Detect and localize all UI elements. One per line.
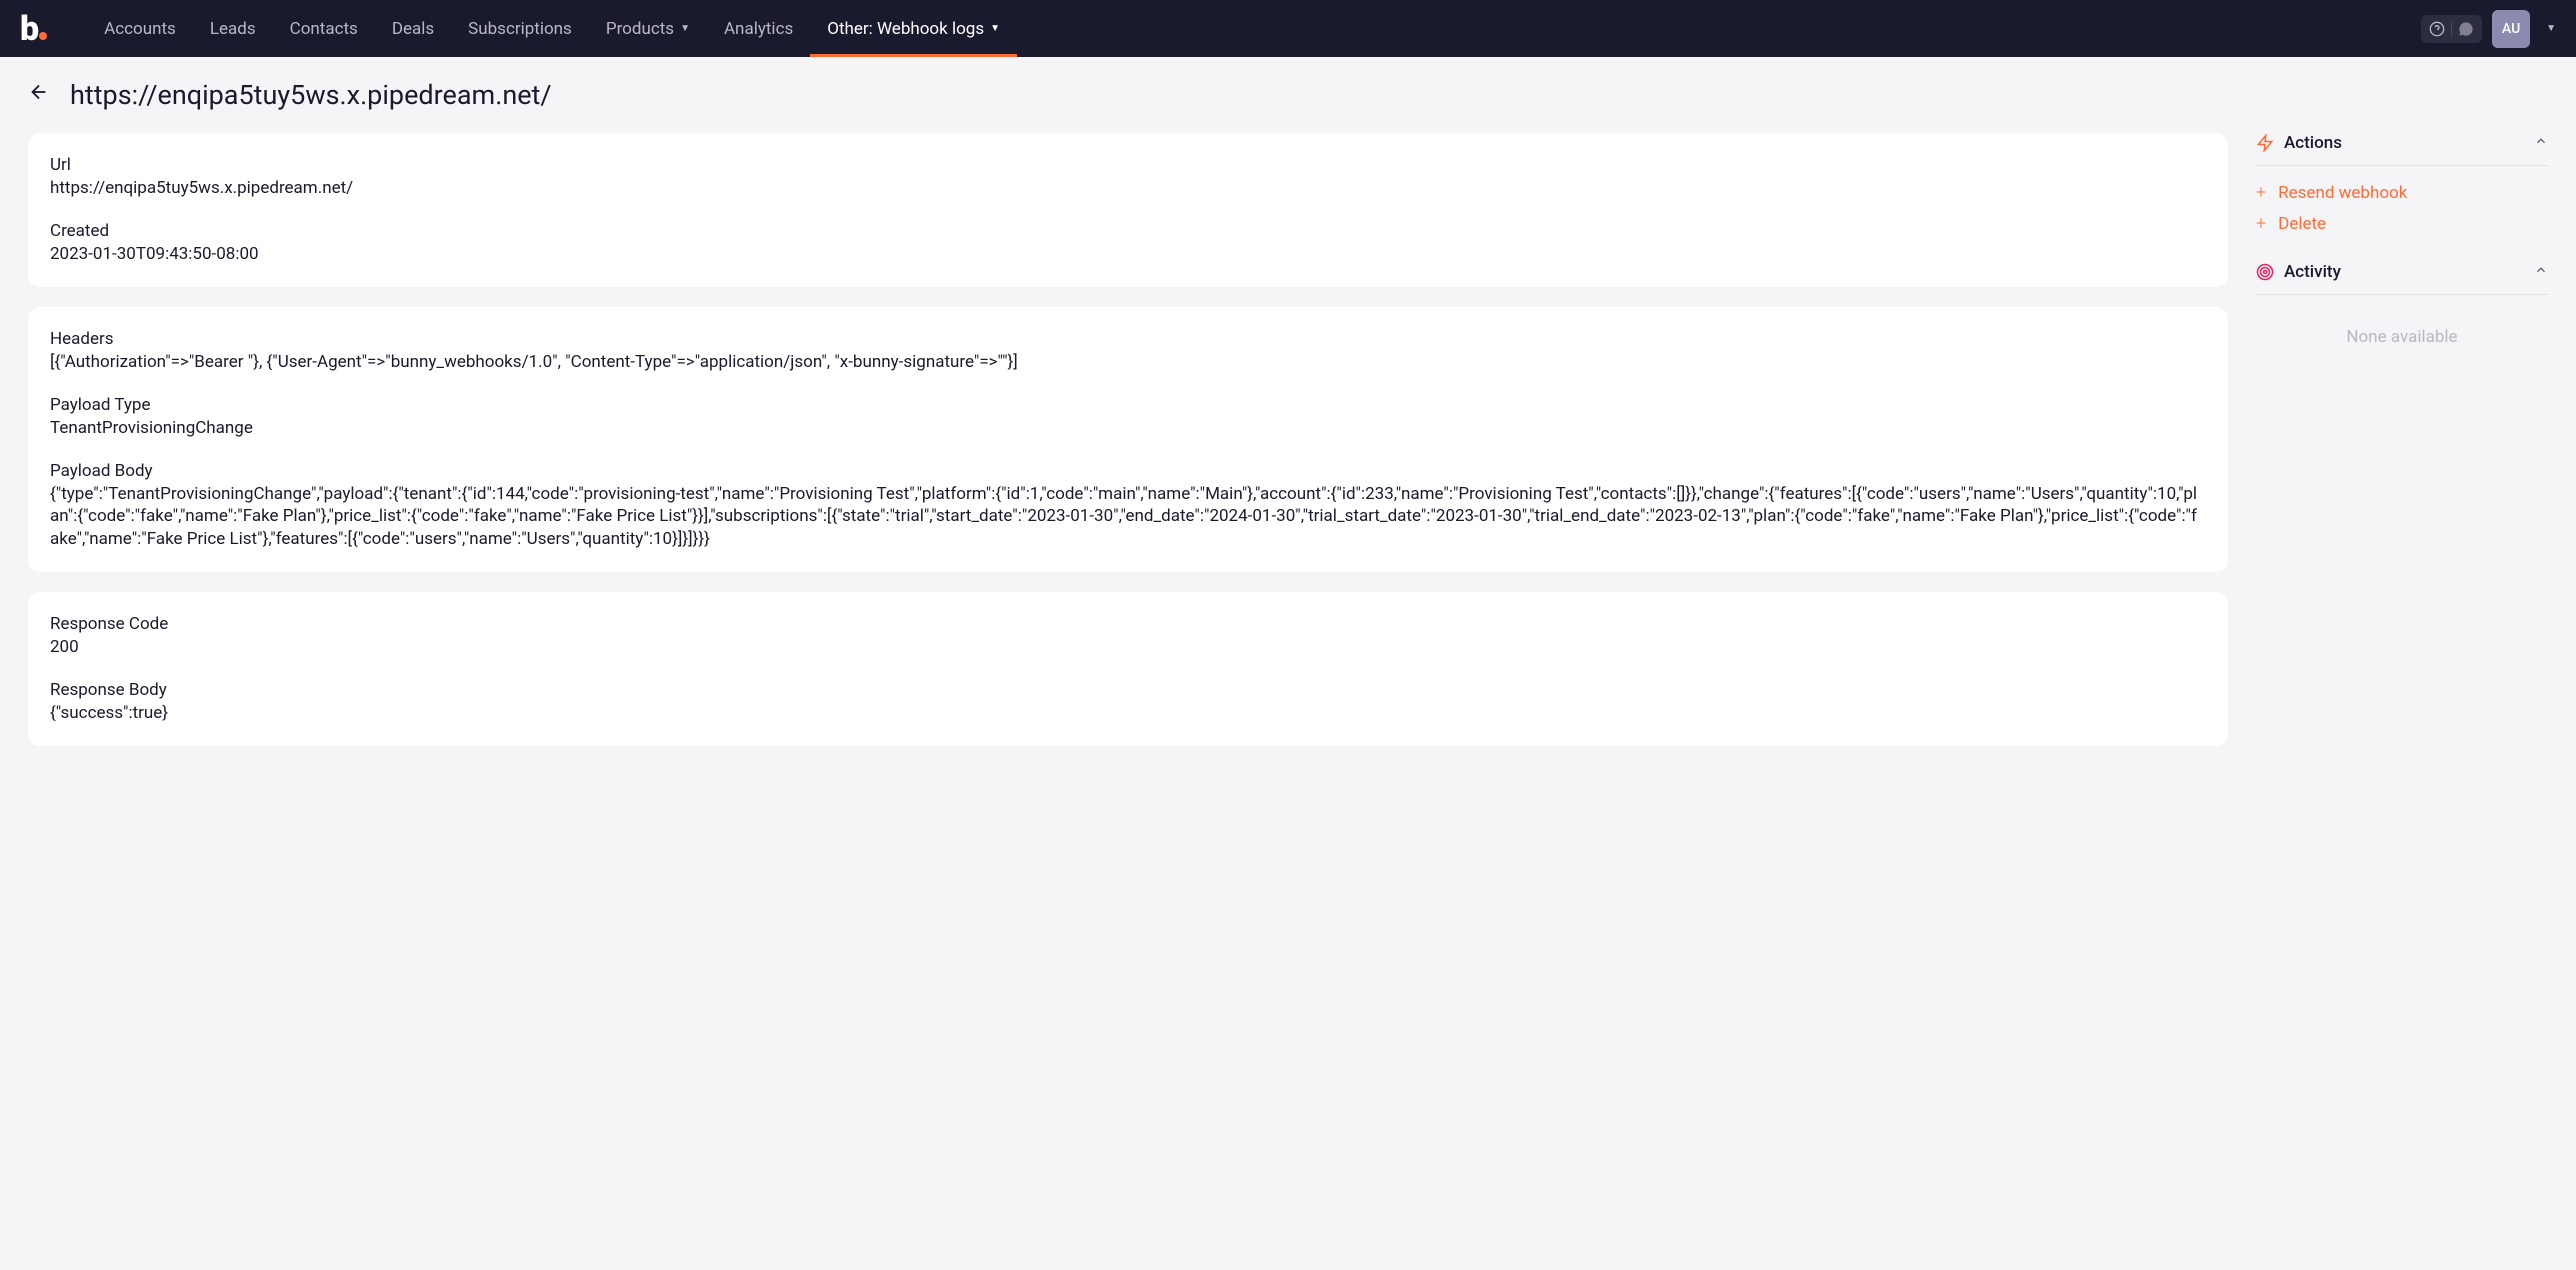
nav-analytics[interactable]: Analytics [707, 0, 810, 57]
chat-icon [2458, 21, 2474, 37]
arrow-left-icon [28, 81, 50, 103]
plus-icon: + [2256, 213, 2266, 234]
sidebar-actions-section: Actions + Resend webhook + Delete [2256, 133, 2548, 234]
nav-label: Other: Webhook logs [827, 19, 984, 39]
section-title-text: Activity [2284, 262, 2341, 282]
card-request: Headers [{"Authorization"=>"Bearer "}, {… [28, 307, 2228, 571]
avatar[interactable]: AU [2492, 10, 2530, 48]
page-header: https://enqipa5tuy5ws.x.pipedream.net/ [0, 57, 2576, 133]
field-label: Created [50, 221, 2206, 241]
field-payload-type: Payload Type TenantProvisioningChange [50, 395, 2206, 439]
nav-leads[interactable]: Leads [193, 0, 273, 57]
nav-label: Deals [392, 19, 434, 39]
chevron-down-icon[interactable]: ▼ [2546, 23, 2556, 34]
sidebar-activity-section: Activity None available [2256, 262, 2548, 363]
field-value: https://enqipa5tuy5ws.x.pipedream.net/ [50, 177, 2206, 199]
nav-subscriptions[interactable]: Subscriptions [451, 0, 589, 57]
action-list: + Resend webhook + Delete [2256, 182, 2548, 234]
field-value: TenantProvisioningChange [50, 417, 2206, 439]
chevron-up-icon [2534, 134, 2548, 152]
card-basic-info: Url https://enqipa5tuy5ws.x.pipedream.ne… [28, 133, 2228, 287]
nav-label: Analytics [724, 19, 793, 39]
navbar: b Accounts Leads Contacts Deals Subscrip… [0, 0, 2576, 57]
page-title: https://enqipa5tuy5ws.x.pipedream.net/ [70, 79, 552, 111]
field-created: Created 2023-01-30T09:43:50-08:00 [50, 221, 2206, 265]
target-icon [2256, 263, 2274, 281]
chat-button[interactable] [2452, 15, 2480, 43]
action-label: Resend webhook [2278, 183, 2407, 203]
avatar-initials: AU [2502, 21, 2520, 37]
card-response: Response Code 200 Response Body {"succes… [28, 592, 2228, 746]
field-url: Url https://enqipa5tuy5ws.x.pipedream.ne… [50, 155, 2206, 199]
field-headers: Headers [{"Authorization"=>"Bearer "}, {… [50, 329, 2206, 373]
main-column: Url https://enqipa5tuy5ws.x.pipedream.ne… [28, 133, 2228, 746]
lightning-icon [2256, 134, 2274, 152]
nav-right: AU ▼ [2421, 10, 2556, 48]
field-response-body: Response Body {"success":true} [50, 680, 2206, 724]
logo[interactable]: b [20, 9, 47, 49]
activity-empty-state: None available [2256, 311, 2548, 363]
icon-group [2421, 15, 2482, 43]
field-label: Payload Type [50, 395, 2206, 415]
field-value: [{"Authorization"=>"Bearer "}, {"User-Ag… [50, 351, 2206, 373]
nav-deals[interactable]: Deals [375, 0, 451, 57]
chevron-down-icon: ▼ [990, 23, 1000, 34]
nav-contacts[interactable]: Contacts [273, 0, 375, 57]
nav-label: Contacts [290, 19, 358, 39]
activity-header[interactable]: Activity [2256, 262, 2548, 295]
sidebar: Actions + Resend webhook + Delete [2256, 133, 2548, 746]
field-value: {"success":true} [50, 702, 2206, 724]
nav-other-webhook-logs[interactable]: Other: Webhook logs ▼ [810, 0, 1017, 57]
logo-text: b [20, 9, 37, 49]
chevron-down-icon: ▼ [680, 23, 690, 34]
plus-icon: + [2256, 182, 2266, 203]
action-label: Delete [2278, 214, 2326, 234]
help-button[interactable] [2423, 15, 2451, 43]
nav-label: Leads [210, 19, 256, 39]
back-button[interactable] [28, 81, 50, 109]
section-title: Activity [2256, 262, 2341, 282]
chevron-up-icon [2534, 263, 2548, 281]
field-response-code: Response Code 200 [50, 614, 2206, 658]
field-payload-body: Payload Body {"type":"TenantProvisioning… [50, 461, 2206, 549]
field-label: Response Code [50, 614, 2206, 634]
action-delete[interactable]: + Delete [2256, 213, 2548, 234]
field-value: 2023-01-30T09:43:50-08:00 [50, 243, 2206, 265]
help-icon [2429, 21, 2445, 37]
field-label: Url [50, 155, 2206, 175]
field-value: 200 [50, 636, 2206, 658]
nav-items: Accounts Leads Contacts Deals Subscripti… [87, 0, 2421, 57]
field-label: Headers [50, 329, 2206, 349]
nav-label: Subscriptions [468, 19, 572, 39]
action-resend-webhook[interactable]: + Resend webhook [2256, 182, 2548, 203]
field-label: Response Body [50, 680, 2206, 700]
nav-accounts[interactable]: Accounts [87, 0, 193, 57]
nav-products[interactable]: Products ▼ [589, 0, 707, 57]
section-title: Actions [2256, 133, 2342, 153]
field-label: Payload Body [50, 461, 2206, 481]
logo-dot-icon [39, 32, 47, 40]
nav-label: Accounts [104, 19, 176, 39]
content: Url https://enqipa5tuy5ws.x.pipedream.ne… [0, 133, 2576, 774]
field-value: {"type":"TenantProvisioningChange","payl… [50, 483, 2206, 549]
nav-label: Products [606, 19, 674, 39]
actions-header[interactable]: Actions [2256, 133, 2548, 166]
section-title-text: Actions [2284, 133, 2342, 153]
